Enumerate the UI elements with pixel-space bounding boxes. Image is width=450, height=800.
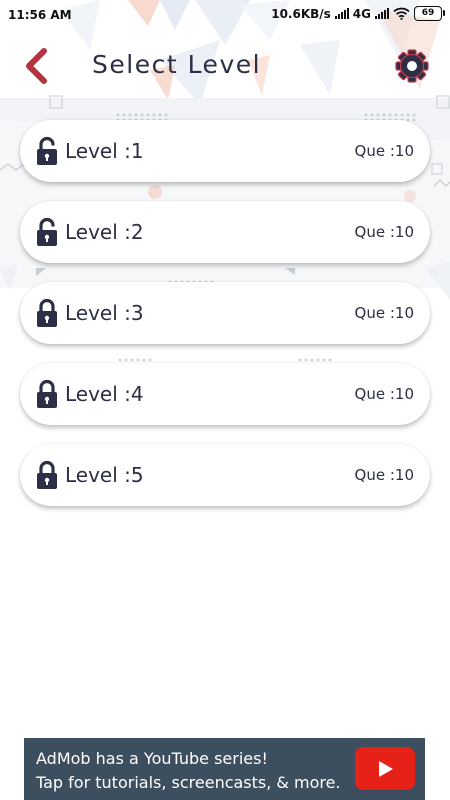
status-time: 11:56 AM — [8, 8, 72, 22]
level-label: Level :5 — [65, 463, 144, 487]
wifi-icon — [393, 7, 410, 20]
question-count: Que :10 — [354, 466, 414, 484]
signal-strength-icon-2 — [375, 8, 389, 19]
back-button[interactable] — [16, 44, 56, 88]
settings-button[interactable] — [390, 44, 434, 88]
locked-padlock-icon — [35, 378, 59, 410]
level-label: Level :4 — [65, 382, 144, 406]
youtube-play-button[interactable] — [355, 747, 415, 790]
level-label: Level :3 — [65, 301, 144, 325]
level-card-4[interactable]: Level :4 Que :10 — [20, 363, 430, 425]
question-count: Que :10 — [354, 304, 414, 322]
locked-padlock-icon — [35, 459, 59, 491]
level-list: Level :1 Que :10 Level :2 Que :10 Level … — [20, 120, 430, 525]
header: Select Level — [0, 36, 450, 98]
page-title: Select Level — [92, 50, 262, 79]
question-count: Que :10 — [354, 385, 414, 403]
network-type: 4G — [352, 6, 371, 21]
youtube-play-icon — [379, 760, 393, 777]
network-speed: 10.6KB/s — [271, 6, 331, 21]
chevron-left-icon — [26, 48, 47, 84]
level-card-2[interactable]: Level :2 Que :10 — [20, 201, 430, 263]
unlocked-padlock-icon — [35, 216, 59, 248]
battery-icon: 69 — [414, 6, 445, 21]
status-bar: 11:56 AM 10.6KB/s 4G 69 — [0, 0, 450, 30]
level-label: Level :1 — [65, 139, 144, 163]
locked-padlock-icon — [35, 297, 59, 329]
level-card-3[interactable]: Level :3 Que :10 — [20, 282, 430, 344]
level-card-1[interactable]: Level :1 Que :10 — [20, 120, 430, 182]
ad-banner[interactable]: AdMob has a YouTube series! Tap for tuto… — [24, 738, 425, 800]
level-label: Level :2 — [65, 220, 144, 244]
gear-icon — [395, 49, 429, 83]
unlocked-padlock-icon — [35, 135, 59, 167]
battery-level: 69 — [421, 8, 435, 18]
level-card-5[interactable]: Level :5 Que :10 — [20, 444, 430, 506]
status-indicators: 10.6KB/s 4G 69 — [271, 6, 445, 21]
signal-strength-icon — [334, 8, 349, 19]
question-count: Que :10 — [354, 223, 414, 241]
question-count: Que :10 — [354, 142, 414, 160]
